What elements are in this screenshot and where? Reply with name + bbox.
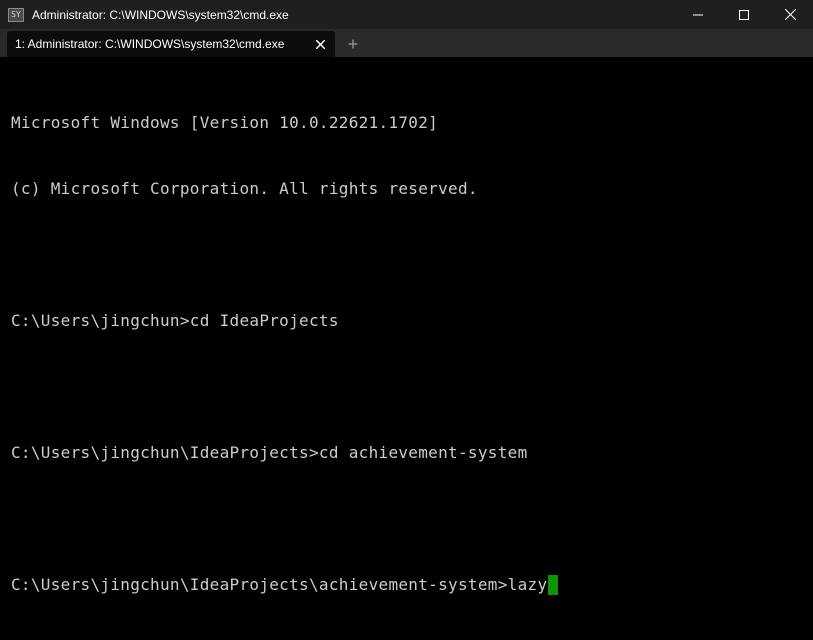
- current-prompt: C:\Users\jingchun\IdeaProjects\achieveme…: [11, 575, 548, 594]
- terminal-line: C:\Users\jingchun>cd IdeaProjects: [11, 311, 339, 330]
- terminal-window: SY Administrator: C:\WINDOWS\system32\cm…: [0, 0, 813, 603]
- close-icon: [784, 9, 796, 20]
- minimize-button[interactable]: [675, 0, 721, 29]
- tab-cmd[interactable]: 1: Administrator: C:\WINDOWS\system32\cm…: [7, 31, 335, 57]
- terminal-line: Microsoft Windows [Version 10.0.22621.17…: [11, 113, 439, 132]
- window-title: Administrator: C:\WINDOWS\system32\cmd.e…: [32, 7, 289, 22]
- current-prompt-line[interactable]: C:\Users\jingchun\IdeaProjects\achieveme…: [11, 574, 559, 596]
- window-controls: [675, 0, 813, 29]
- close-button[interactable]: [767, 0, 813, 29]
- maximize-icon: [739, 9, 749, 20]
- text-cursor: [548, 575, 559, 595]
- maximize-button[interactable]: [721, 0, 767, 29]
- tab-bar: 1: Administrator: C:\WINDOWS\system32\cm…: [0, 29, 813, 57]
- terminal-area[interactable]: Microsoft Windows [Version 10.0.22621.17…: [0, 57, 813, 603]
- terminal-line: (c) Microsoft Corporation. All rights re…: [11, 179, 478, 198]
- app-icon: SY: [8, 7, 24, 22]
- terminal-line: C:\Users\jingchun\IdeaProjects>cd achiev…: [11, 443, 528, 462]
- terminal-output: Microsoft Windows [Version 10.0.22621.17…: [11, 68, 559, 640]
- title-bar[interactable]: SY Administrator: C:\WINDOWS\system32\cm…: [0, 0, 813, 29]
- minimize-icon: [693, 14, 703, 15]
- new-tab-button[interactable]: [339, 31, 367, 57]
- plus-icon: [348, 39, 358, 49]
- close-icon: [315, 39, 325, 49]
- tab-close-button[interactable]: [313, 37, 327, 51]
- tab-label: 1: Administrator: C:\WINDOWS\system32\cm…: [15, 37, 285, 51]
